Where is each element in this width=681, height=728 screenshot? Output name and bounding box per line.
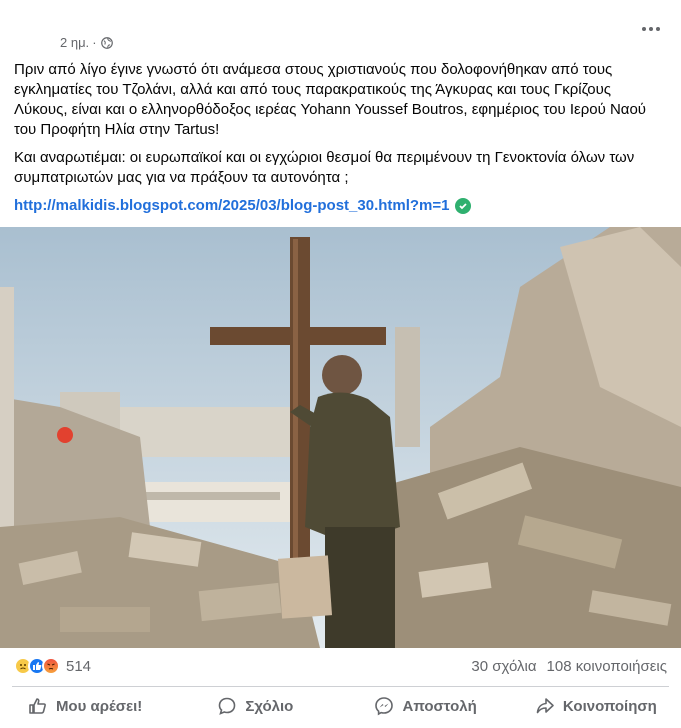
like-button[interactable]: Μου αρέσει! xyxy=(0,688,170,724)
thumbs-up-icon xyxy=(29,698,46,714)
post-meta: 2 ημ. · xyxy=(60,35,113,50)
comments-count[interactable]: 30 σχόλια xyxy=(471,658,536,675)
angry-reaction-icon xyxy=(42,657,60,675)
left-pillar xyxy=(0,287,14,547)
comment-icon xyxy=(219,697,236,715)
engagement-counts: 30 σχόλια 108 κοινοποιήσεις xyxy=(471,658,667,675)
shares-count[interactable]: 108 κοινοποιήσεις xyxy=(547,658,667,675)
post-link[interactable]: http://malkidis.blogspot.com/2025/03/blo… xyxy=(14,196,471,216)
post-link-text[interactable]: http://malkidis.blogspot.com/2025/03/blo… xyxy=(14,196,450,216)
comment-button[interactable]: Σχόλιο xyxy=(170,688,340,724)
post-header: 2 ημ. · xyxy=(0,0,681,56)
send-label: Αποστολή xyxy=(402,697,477,715)
action-bar: Μου αρέσει! Σχόλιο Αποστολή Κοινοποίηση xyxy=(0,688,681,724)
post-photo[interactable] xyxy=(0,227,681,648)
more-options-icon[interactable] xyxy=(639,22,663,36)
actions-divider xyxy=(12,686,669,687)
meta-separator: · xyxy=(92,35,97,50)
share-icon xyxy=(536,698,554,714)
send-button[interactable]: Αποστολή xyxy=(341,688,511,724)
reaction-count: 514 xyxy=(66,657,92,675)
like-label: Μου αρέσει! xyxy=(55,697,143,715)
post-text: Πριν από λίγο έγινε γνωστό ότι ανάμεσα σ… xyxy=(14,60,670,216)
post-stats: 514 30 σχόλια 108 κοινοποιήσεις xyxy=(0,648,681,686)
photo-scene xyxy=(0,227,681,648)
post-paragraph-2: Και αναρωτιέμαι: οι ευρωπαϊκοί και οι εγ… xyxy=(14,149,635,186)
messenger-icon xyxy=(375,697,394,716)
comment-label: Σχόλιο xyxy=(245,697,294,715)
globe-icon xyxy=(100,36,113,49)
post-timestamp[interactable]: 2 ημ. xyxy=(60,35,89,50)
post-paragraph-1: Πριν από λίγο έγινε γνωστό ότι ανάμεσα σ… xyxy=(14,61,646,138)
verified-check-icon xyxy=(454,198,471,214)
reactions-summary[interactable]: 514 xyxy=(14,657,91,675)
share-label: Κοινοποίηση xyxy=(562,697,657,715)
share-button[interactable]: Κοινοποίηση xyxy=(511,688,681,724)
